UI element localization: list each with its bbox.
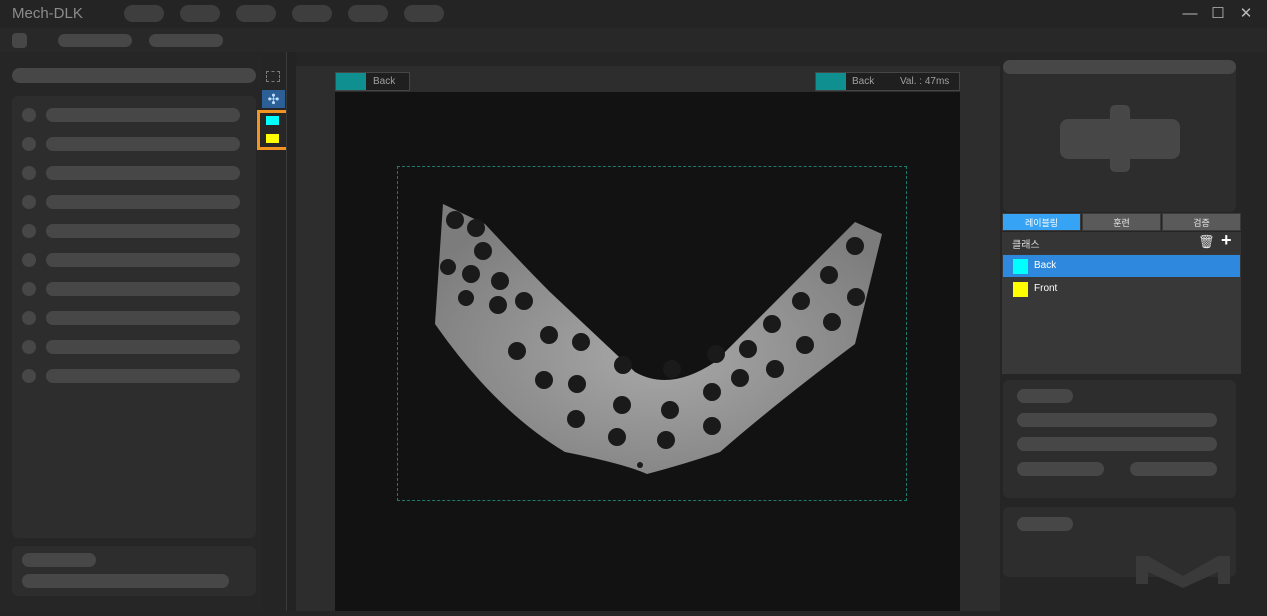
menu-item-3[interactable] — [236, 5, 276, 22]
add-module-icon-vertical[interactable] — [1110, 105, 1130, 172]
parameter-field[interactable] — [1130, 462, 1217, 476]
list-item[interactable] — [22, 282, 242, 296]
tab-bar: 레이블링 훈련 검증 — [1002, 213, 1241, 232]
label-tag-right: Back Val. : 47ms — [815, 72, 960, 91]
class-color-chip — [1013, 259, 1028, 274]
rectangle-select-icon[interactable] — [266, 71, 280, 82]
plus-icon[interactable]: + — [1221, 230, 1232, 251]
maximize-icon[interactable]: ☐ — [1208, 4, 1228, 24]
label-tag-text: Back — [852, 76, 875, 87]
tab-training[interactable]: 훈련 — [1082, 213, 1161, 231]
minimize-icon[interactable]: — — [1180, 4, 1200, 24]
class-color-chip — [1013, 282, 1028, 297]
toolbar-icon-button[interactable] — [12, 33, 27, 48]
move-icon[interactable]: ✣ — [262, 90, 285, 108]
toolbar-button-1[interactable] — [58, 34, 132, 47]
list-item[interactable] — [22, 369, 242, 383]
validation-time: Val. : 47ms — [900, 76, 950, 87]
menu-item-2[interactable] — [180, 5, 220, 22]
status-title — [1017, 517, 1073, 531]
menu-item-4[interactable] — [292, 5, 332, 22]
label-tag-text: Back — [373, 76, 396, 87]
list-item[interactable] — [22, 195, 242, 209]
trash-icon[interactable]: 🗑 — [1198, 234, 1215, 250]
close-icon[interactable]: ✕ — [1236, 4, 1256, 24]
parameter-row — [1017, 413, 1217, 427]
class-name: Front — [1034, 283, 1058, 294]
tab-validation[interactable]: 검증 — [1162, 213, 1241, 231]
class-row-back[interactable]: Back — [1003, 255, 1240, 277]
class-swatch-yellow[interactable] — [266, 134, 279, 143]
list-item[interactable] — [22, 253, 242, 267]
list-item[interactable] — [22, 224, 242, 238]
label-tag-left: Back — [335, 72, 410, 91]
parameter-row — [1017, 437, 1217, 451]
list-item[interactable] — [22, 166, 242, 180]
class-panel-title: 클래스 — [1012, 240, 1040, 251]
label-color-chip — [816, 73, 846, 90]
label-color-chip — [336, 73, 366, 90]
list-item[interactable] — [22, 137, 242, 151]
menu-item-5[interactable] — [348, 5, 388, 22]
mech-mind-logo — [1136, 556, 1230, 588]
info-title — [22, 553, 96, 567]
list-item[interactable] — [22, 311, 242, 325]
app-title: Mech-DLK — [12, 5, 83, 22]
class-row-front[interactable]: Front — [1003, 278, 1240, 300]
menu-item-6[interactable] — [404, 5, 444, 22]
list-item[interactable] — [22, 340, 242, 354]
module-header — [1003, 60, 1236, 74]
panel-header — [12, 68, 256, 83]
class-swatch-cyan[interactable] — [266, 116, 279, 125]
menu-item-1[interactable] — [124, 5, 164, 22]
class-name: Back — [1034, 260, 1057, 271]
toolbar-button-2[interactable] — [149, 34, 223, 47]
tab-labeling[interactable]: 레이블링 — [1002, 213, 1081, 231]
parameters-title — [1017, 389, 1073, 403]
parameter-field[interactable] — [1017, 462, 1104, 476]
roi-box[interactable] — [397, 166, 907, 501]
info-text — [22, 574, 229, 588]
list-item[interactable] — [22, 108, 242, 122]
